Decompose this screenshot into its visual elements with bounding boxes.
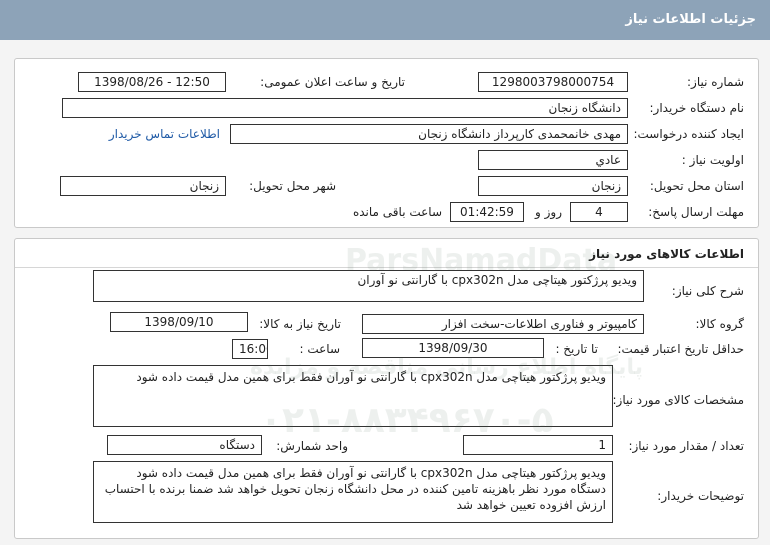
page-title: جزئیات اطلاعات نیاز [625,12,756,27]
need-date-field[interactable]: 1398/09/10 [110,312,248,332]
announce-datetime-label: تاریخ و ساعت اعلان عمومی: [260,75,405,89]
time-left-label: ساعت باقی مانده [352,205,442,219]
need-info-panel: شماره نیاز: 1298003798000754 تاریخ و ساع… [14,58,759,228]
need-date-label: تاریخ نیاز به کالا: [259,317,341,331]
section-divider [15,267,758,268]
city-label: شهر محل تحویل: [249,179,336,193]
goods-section-title: اطلاعات کالاهای مورد نیاز [589,247,744,261]
goods-group-field[interactable]: کامپیوتر و فناوری اطلاعات-سخت افزار [362,314,644,334]
province-label: استان محل تحویل: [649,179,744,193]
general-desc-field[interactable]: ویدیو پرژکتور هیتاچی مدل cpx302n با گارا… [93,270,644,302]
validity-date-field[interactable]: 1398/09/30 [362,338,544,358]
unit-label: واحد شمارش: [276,439,348,453]
time-left-field[interactable]: 01:42:59 [450,202,524,222]
buyer-notes-field[interactable]: ویدیو پرژکتور هیتاچی مدل cpx302n با گارا… [93,461,613,523]
buyer-org-field[interactable]: دانشگاه زنجان [62,98,628,118]
need-number-label: شماره نیاز: [687,75,744,89]
buyer-notes-label: توضیحات خریدار: [657,489,744,503]
requester-field[interactable]: مهدی خانمحمدی کارپرداز دانشگاه زنجان [230,124,628,144]
page-title-bar: جزئیات اطلاعات نیاز [0,0,770,40]
quantity-field[interactable]: 1 [463,435,613,455]
priority-label: اولویت نیاز : [681,153,744,167]
city-field[interactable]: زنجان [60,176,226,196]
need-number-field[interactable]: 1298003798000754 [478,72,628,92]
specs-field[interactable]: ویدیو پرژکتور هیتاچی مدل cpx302n با گارا… [93,365,613,427]
validity-time-field[interactable]: 16:00 [232,339,268,359]
validity-time-label: ساعت : [299,342,340,356]
announce-datetime-field[interactable]: 1398/08/26 - 12:50 [78,72,226,92]
general-desc-label: شرح کلی نیاز: [671,284,744,298]
buyer-org-label: نام دستگاه خریدار: [649,101,745,115]
goods-info-panel: اطلاعات کالاهای مورد نیاز شرح کلی نیاز: … [14,238,759,539]
until-date-label: تا تاریخ : [555,342,598,356]
price-validity-label: حداقل تاریخ اعتبار قیمت: [617,342,744,356]
province-field[interactable]: زنجان [478,176,628,196]
unit-field[interactable]: دستگاه [107,435,262,455]
days-field[interactable]: 4 [570,202,628,222]
goods-group-label: گروه کالا: [695,317,745,331]
requester-label: ایجاد کننده درخواست: [633,127,744,141]
days-label: روز و [535,205,562,219]
specs-label: مشخصات کالای مورد نیاز: [612,393,744,407]
deadline-label: مهلت ارسال پاسخ: [648,205,744,219]
quantity-label: تعداد / مقدار مورد نیاز: [628,439,744,453]
buyer-contact-link[interactable]: اطلاعات تماس خریدار [109,127,220,141]
priority-field[interactable]: عادي [478,150,628,170]
